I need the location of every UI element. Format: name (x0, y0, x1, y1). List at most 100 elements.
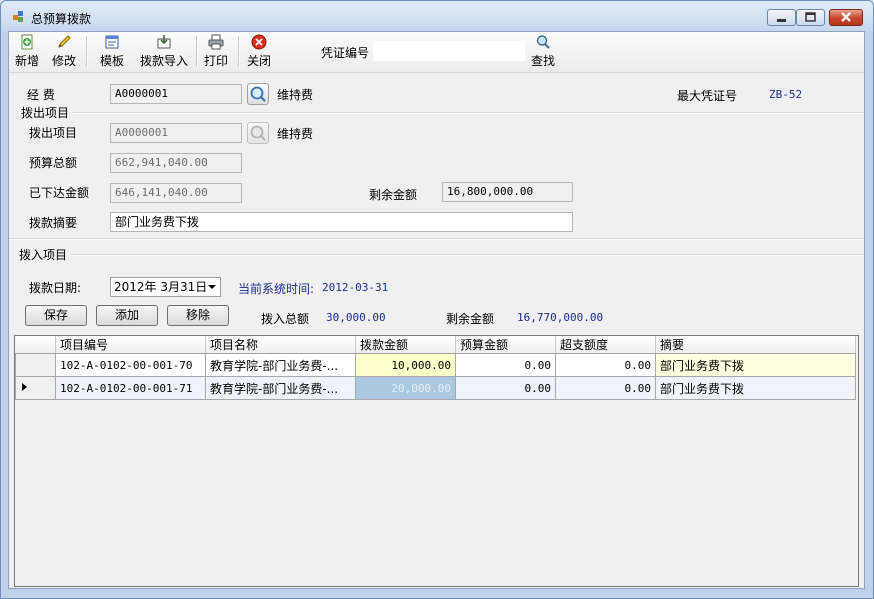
new-button-label: 新增 (14, 54, 39, 68)
system-time-label: 当前系统时间: (238, 282, 315, 296)
new-document-icon (21, 34, 33, 50)
out-item-label: 拨出项目 (29, 126, 78, 140)
fund-lookup-button[interactable] (247, 83, 269, 105)
fund-code-field[interactable]: A0000001 (110, 84, 242, 104)
allocation-grid[interactable]: 项目编号 项目名称 拨款金额 预算金额 超支额度 摘要 102-A-0102-0… (14, 335, 859, 587)
search-icon (250, 86, 266, 102)
maximize-icon (805, 12, 816, 22)
close-button-label: 关闭 (246, 54, 271, 68)
summary-input[interactable]: 部门业务费下拨 (110, 212, 573, 232)
out-item-name: 维持费 (277, 127, 314, 141)
in-total-value: 30,000.00 (326, 311, 386, 324)
column-header[interactable]: 拨款金额 (355, 336, 456, 354)
voucher-input[interactable] (373, 41, 525, 61)
cell-item-code[interactable]: 102-A-0102-00-001-70 (55, 353, 206, 377)
out-item-code-field: A0000001 (110, 123, 242, 143)
close-icon (841, 12, 851, 22)
printer-icon (208, 34, 224, 50)
grid-table: 项目编号 项目名称 拨款金额 预算金额 超支额度 摘要 102-A-0102-0… (15, 336, 856, 400)
out-section-title: 拨出项目 (21, 106, 70, 120)
column-header[interactable]: 超支额度 (555, 336, 656, 354)
remove-button[interactable]: 移除 (167, 305, 229, 326)
app-icon (13, 11, 23, 22)
column-header[interactable]: 项目编号 (55, 336, 206, 354)
toolbar-separator (238, 36, 240, 66)
toolbar-separator (196, 36, 198, 66)
print-button-label: 打印 (203, 54, 228, 68)
fund-name: 维持费 (277, 88, 314, 102)
close-button[interactable]: 关闭 (244, 34, 274, 70)
grid-header-row: 项目编号 项目名称 拨款金额 预算金额 超支额度 摘要 (15, 336, 856, 354)
search-button-label: 查找 (530, 54, 555, 68)
row-header-corner (15, 336, 56, 354)
template-button[interactable]: 模板 (97, 34, 127, 70)
cell-budget-amount[interactable]: 0.00 (455, 353, 556, 377)
cell-allocation-amount[interactable]: 20,000.00 (355, 376, 456, 400)
title-bar[interactable]: 总预算拨款 (1, 1, 873, 31)
row-header[interactable] (15, 376, 56, 400)
fund-label: 经 费 (27, 88, 55, 102)
main-panel: 新增 修改 模板 拨款导入 打印 关闭 凭证编号 查找 经 费 A0000001… (8, 31, 865, 589)
maximize-button[interactable] (796, 9, 825, 26)
out-remaining-label: 剩余金额 (369, 188, 418, 202)
search-button[interactable]: 查找 (528, 34, 558, 70)
group-divider (71, 254, 863, 256)
minimize-icon (777, 19, 786, 22)
date-picker[interactable]: 2012年 3月31日 (110, 277, 221, 297)
in-section-title: 拨入项目 (19, 248, 68, 262)
in-remaining-value: 16,770,000.00 (517, 311, 604, 324)
issued-amount-field: 646,141,040.00 (110, 183, 242, 203)
cell-allocation-amount[interactable]: 10,000.00 (355, 353, 456, 377)
cell-budget-amount[interactable]: 0.00 (455, 376, 556, 400)
system-time-value: 2012-03-31 (322, 281, 389, 294)
in-total-label: 拨入总额 (261, 312, 310, 326)
minimize-button[interactable] (767, 9, 796, 26)
max-voucher-value: ZB-52 (769, 88, 803, 101)
cell-summary[interactable]: 部门业务费下拨 (655, 376, 856, 400)
toolbar-separator (86, 36, 88, 66)
budget-total-label: 预算总额 (29, 156, 78, 170)
print-button[interactable]: 打印 (202, 34, 230, 70)
date-label: 拨款日期: (29, 281, 82, 295)
column-header[interactable]: 摘要 (655, 336, 856, 354)
toolbar: 新增 修改 模板 拨款导入 打印 关闭 凭证编号 查找 (9, 32, 864, 73)
cell-overrun-limit[interactable]: 0.00 (555, 376, 656, 400)
row-header[interactable] (15, 353, 56, 377)
date-value: 2012年 3月31日 (114, 280, 208, 294)
out-remaining-field: 16,800,000.00 (442, 182, 573, 202)
import-icon (157, 35, 171, 49)
max-voucher-label: 最大凭证号 (677, 89, 738, 103)
close-window-button[interactable] (829, 9, 863, 26)
column-header[interactable]: 预算金额 (455, 336, 556, 354)
current-row-indicator-icon (22, 382, 27, 391)
edit-button[interactable]: 修改 (49, 34, 79, 70)
in-remaining-label: 剩余金额 (446, 312, 495, 326)
issued-amount-label: 已下达金额 (29, 186, 90, 200)
cell-item-code[interactable]: 102-A-0102-00-001-71 (55, 376, 206, 400)
pencil-icon (58, 35, 71, 48)
group-divider (73, 112, 863, 114)
cell-summary[interactable]: 部门业务费下拨 (655, 353, 856, 377)
edit-button-label: 修改 (51, 54, 76, 68)
template-button-label: 模板 (99, 54, 124, 68)
cell-item-name[interactable]: 教育学院-部门业务费-... (205, 353, 356, 377)
summary-label: 拨款摘要 (29, 216, 78, 230)
import-button[interactable]: 拨款导入 (139, 34, 189, 70)
table-row[interactable]: 102-A-0102-00-001-71 教育学院-部门业务费-... 20,0… (15, 376, 856, 400)
voucher-label: 凭证编号 (321, 46, 370, 60)
search-icon (536, 35, 550, 49)
cell-item-name[interactable]: 教育学院-部门业务费-... (205, 376, 356, 400)
out-item-lookup-button[interactable] (247, 122, 269, 144)
chevron-down-icon[interactable] (208, 285, 216, 289)
search-icon (250, 125, 266, 141)
table-row[interactable]: 102-A-0102-00-001-70 教育学院-部门业务费-... 10,0… (15, 353, 856, 377)
template-icon (105, 35, 119, 49)
window-title: 总预算拨款 (31, 12, 92, 26)
close-circle-icon (251, 34, 267, 50)
column-header[interactable]: 项目名称 (205, 336, 356, 354)
add-button[interactable]: 添加 (96, 305, 158, 326)
save-button[interactable]: 保存 (25, 305, 87, 326)
import-button-label: 拨款导入 (139, 54, 188, 68)
new-button[interactable]: 新增 (12, 34, 42, 70)
cell-overrun-limit[interactable]: 0.00 (555, 353, 656, 377)
